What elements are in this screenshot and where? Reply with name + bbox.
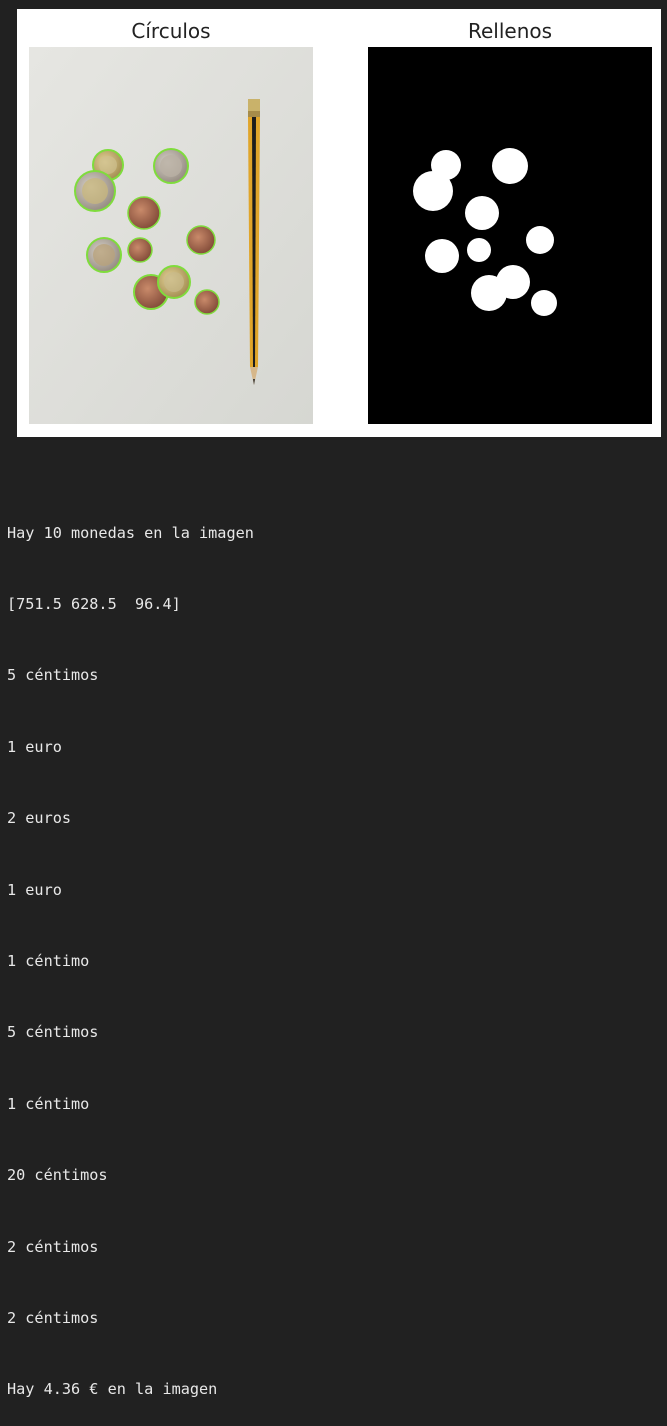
filled-mask-drawing (368, 47, 652, 424)
coins-photo-drawing (29, 47, 313, 424)
fill-circle (531, 290, 557, 316)
output-line: 2 euros (7, 809, 72, 828)
filled-mask (368, 47, 652, 424)
fill-circle (526, 226, 554, 254)
coin-4 (127, 196, 161, 230)
output-line: 1 euro (7, 880, 62, 899)
output-line: Hay 4.36 € en la imagen (7, 1380, 218, 1399)
output-line: 5 céntimos (7, 1023, 99, 1042)
fill-circle (492, 148, 528, 184)
coin-5 (186, 225, 216, 255)
output-line: 5 céntimos (7, 666, 99, 685)
output-line: 1 euro (7, 737, 62, 756)
fill-circle (413, 171, 453, 211)
fill-circle (465, 196, 499, 230)
console-output: Hay 10 monedas en la imagen [751.5 628.5… (7, 474, 254, 1426)
output-line: 20 céntimos (7, 1166, 108, 1185)
output-line: Hay 10 monedas en la imagen (7, 523, 254, 542)
output-line: 2 céntimos (7, 1237, 99, 1256)
left-panel-title: Círculos (131, 19, 211, 43)
coin-9 (157, 265, 191, 299)
output-line: 1 céntimo (7, 1094, 90, 1113)
coin-6 (86, 237, 122, 273)
output-line: 2 céntimos (7, 1308, 99, 1327)
output-line: [751.5 628.5 96.4] (7, 594, 181, 613)
fill-circle (467, 238, 491, 262)
right-panel-title: Rellenos (467, 19, 553, 43)
output-line: 1 céntimo (7, 951, 90, 970)
coin-3 (153, 148, 189, 184)
coin-2 (74, 170, 116, 212)
coin-7 (127, 237, 153, 263)
photo-background (29, 47, 313, 424)
fill-circle (496, 265, 530, 299)
coins-photo (29, 47, 313, 424)
matplotlib-figure: Círculos Rellenos (17, 9, 661, 437)
fill-circle (425, 239, 459, 273)
coin-10 (194, 289, 220, 315)
